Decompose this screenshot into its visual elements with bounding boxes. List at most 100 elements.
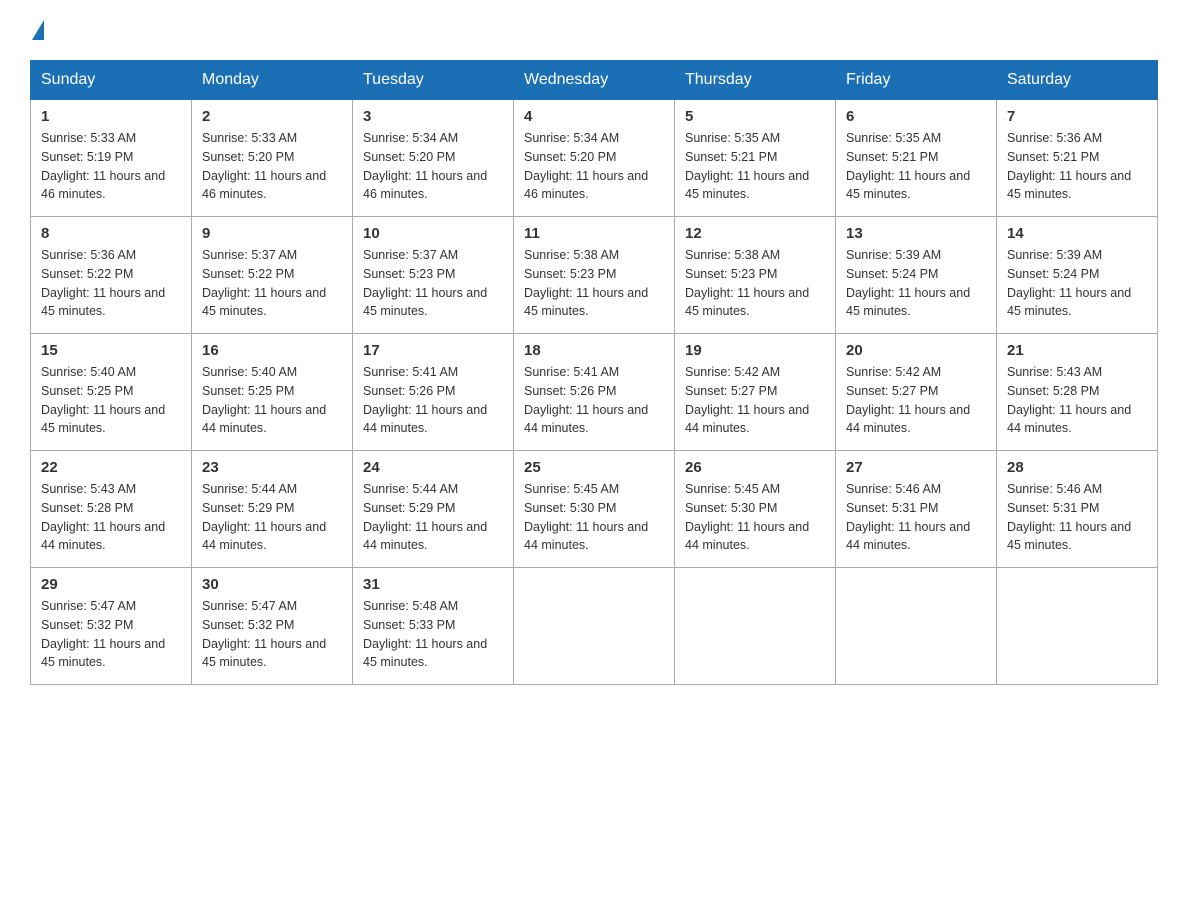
table-row: 12 Sunrise: 5:38 AMSunset: 5:23 PMDayligh… <box>675 217 836 334</box>
table-row: 1 Sunrise: 5:33 AMSunset: 5:19 PMDaylight… <box>31 100 192 217</box>
day-number: 9 <box>202 225 342 242</box>
day-number: 30 <box>202 576 342 593</box>
day-info: Sunrise: 5:41 AMSunset: 5:26 PMDaylight:… <box>524 363 664 438</box>
table-row: 8 Sunrise: 5:36 AMSunset: 5:22 PMDaylight… <box>31 217 192 334</box>
table-row: 17 Sunrise: 5:41 AMSunset: 5:26 PMDayligh… <box>353 334 514 451</box>
header-sunday: Sunday <box>31 61 192 100</box>
table-row: 28 Sunrise: 5:46 AMSunset: 5:31 PMDayligh… <box>997 451 1158 568</box>
day-info: Sunrise: 5:39 AMSunset: 5:24 PMDaylight:… <box>1007 246 1147 321</box>
table-row: 13 Sunrise: 5:39 AMSunset: 5:24 PMDayligh… <box>836 217 997 334</box>
table-row: 6Sunrise: 5:35 AMSunset: 5:21 PMDaylight… <box>836 100 997 217</box>
day-info: Sunrise: 5:36 AMSunset: 5:22 PMDaylight:… <box>41 246 181 321</box>
day-info: Sunrise: 5:34 AMSunset: 5:20 PMDaylight:… <box>363 129 503 204</box>
day-info: Sunrise: 5:33 AMSunset: 5:19 PMDaylight:… <box>41 129 181 204</box>
day-info: Sunrise: 5:46 AMSunset: 5:31 PMDaylight:… <box>1007 480 1147 555</box>
day-info: Sunrise: 5:39 AMSunset: 5:24 PMDaylight:… <box>846 246 986 321</box>
table-row: 11 Sunrise: 5:38 AMSunset: 5:23 PMDayligh… <box>514 217 675 334</box>
day-number: 3 <box>363 108 503 125</box>
day-info: Sunrise: 5:37 AMSunset: 5:22 PMDaylight:… <box>202 246 342 321</box>
table-row: 26Sunrise: 5:45 AMSunset: 5:30 PMDayligh… <box>675 451 836 568</box>
table-row: 5 Sunrise: 5:35 AMSunset: 5:21 PMDaylight… <box>675 100 836 217</box>
table-row: 3 Sunrise: 5:34 AMSunset: 5:20 PMDaylight… <box>353 100 514 217</box>
day-number: 22 <box>41 459 181 476</box>
day-number: 17 <box>363 342 503 359</box>
header-tuesday: Tuesday <box>353 61 514 100</box>
day-info: Sunrise: 5:48 AMSunset: 5:33 PMDaylight:… <box>363 597 503 672</box>
day-info: Sunrise: 5:45 AMSunset: 5:30 PMDaylight:… <box>524 480 664 555</box>
day-info: Sunrise: 5:41 AMSunset: 5:26 PMDaylight:… <box>363 363 503 438</box>
day-info: Sunrise: 5:35 AMSunset: 5:21 PMDaylight:… <box>846 129 986 204</box>
day-info: Sunrise: 5:40 AMSunset: 5:25 PMDaylight:… <box>41 363 181 438</box>
day-number: 13 <box>846 225 986 242</box>
weekday-header-row: Sunday Monday Tuesday Wednesday Thursday… <box>31 61 1158 100</box>
day-number: 25 <box>524 459 664 476</box>
calendar-week-row: 22 Sunrise: 5:43 AMSunset: 5:28 PMDayligh… <box>31 451 1158 568</box>
table-row: 16 Sunrise: 5:40 AMSunset: 5:25 PMDayligh… <box>192 334 353 451</box>
day-number: 11 <box>524 225 664 242</box>
table-row: 4 Sunrise: 5:34 AMSunset: 5:20 PMDaylight… <box>514 100 675 217</box>
day-info: Sunrise: 5:43 AMSunset: 5:28 PMDaylight:… <box>1007 363 1147 438</box>
table-row: 20Sunrise: 5:42 AMSunset: 5:27 PMDayligh… <box>836 334 997 451</box>
day-number: 1 <box>41 108 181 125</box>
table-row <box>514 568 675 685</box>
table-row: 18 Sunrise: 5:41 AMSunset: 5:26 PMDayligh… <box>514 334 675 451</box>
day-number: 29 <box>41 576 181 593</box>
day-number: 24 <box>363 459 503 476</box>
logo <box>30 20 44 40</box>
calendar-week-row: 29 Sunrise: 5:47 AMSunset: 5:32 PMDayligh… <box>31 568 1158 685</box>
table-row: 27 Sunrise: 5:46 AMSunset: 5:31 PMDayligh… <box>836 451 997 568</box>
day-number: 27 <box>846 459 986 476</box>
table-row <box>675 568 836 685</box>
day-info: Sunrise: 5:38 AMSunset: 5:23 PMDaylight:… <box>524 246 664 321</box>
calendar-week-row: 1 Sunrise: 5:33 AMSunset: 5:19 PMDaylight… <box>31 100 1158 217</box>
table-row: 22 Sunrise: 5:43 AMSunset: 5:28 PMDayligh… <box>31 451 192 568</box>
table-row: 7 Sunrise: 5:36 AMSunset: 5:21 PMDaylight… <box>997 100 1158 217</box>
day-info: Sunrise: 5:47 AMSunset: 5:32 PMDaylight:… <box>41 597 181 672</box>
header-saturday: Saturday <box>997 61 1158 100</box>
day-number: 21 <box>1007 342 1147 359</box>
header-thursday: Thursday <box>675 61 836 100</box>
day-info: Sunrise: 5:34 AMSunset: 5:20 PMDaylight:… <box>524 129 664 204</box>
table-row: 31 Sunrise: 5:48 AMSunset: 5:33 PMDayligh… <box>353 568 514 685</box>
day-info: Sunrise: 5:42 AMSunset: 5:27 PMDaylight:… <box>846 363 986 438</box>
day-number: 18 <box>524 342 664 359</box>
page-header <box>30 20 1158 40</box>
header-wednesday: Wednesday <box>514 61 675 100</box>
day-number: 8 <box>41 225 181 242</box>
day-number: 2 <box>202 108 342 125</box>
day-number: 14 <box>1007 225 1147 242</box>
day-info: Sunrise: 5:43 AMSunset: 5:28 PMDaylight:… <box>41 480 181 555</box>
day-number: 4 <box>524 108 664 125</box>
table-row: 10 Sunrise: 5:37 AMSunset: 5:23 PMDayligh… <box>353 217 514 334</box>
day-number: 7 <box>1007 108 1147 125</box>
day-info: Sunrise: 5:37 AMSunset: 5:23 PMDaylight:… <box>363 246 503 321</box>
table-row: 29 Sunrise: 5:47 AMSunset: 5:32 PMDayligh… <box>31 568 192 685</box>
calendar-week-row: 8 Sunrise: 5:36 AMSunset: 5:22 PMDaylight… <box>31 217 1158 334</box>
day-info: Sunrise: 5:35 AMSunset: 5:21 PMDaylight:… <box>685 129 825 204</box>
day-info: Sunrise: 5:42 AMSunset: 5:27 PMDaylight:… <box>685 363 825 438</box>
table-row: 15 Sunrise: 5:40 AMSunset: 5:25 PMDayligh… <box>31 334 192 451</box>
logo-triangle-icon <box>32 20 44 40</box>
day-number: 10 <box>363 225 503 242</box>
day-number: 16 <box>202 342 342 359</box>
day-info: Sunrise: 5:46 AMSunset: 5:31 PMDaylight:… <box>846 480 986 555</box>
day-info: Sunrise: 5:36 AMSunset: 5:21 PMDaylight:… <box>1007 129 1147 204</box>
table-row: 2Sunrise: 5:33 AMSunset: 5:20 PMDaylight… <box>192 100 353 217</box>
day-number: 5 <box>685 108 825 125</box>
day-info: Sunrise: 5:47 AMSunset: 5:32 PMDaylight:… <box>202 597 342 672</box>
table-row: 25 Sunrise: 5:45 AMSunset: 5:30 PMDayligh… <box>514 451 675 568</box>
table-row: 9 Sunrise: 5:37 AMSunset: 5:22 PMDaylight… <box>192 217 353 334</box>
day-number: 15 <box>41 342 181 359</box>
day-number: 26 <box>685 459 825 476</box>
day-number: 28 <box>1007 459 1147 476</box>
logo-text <box>30 20 44 40</box>
day-number: 23 <box>202 459 342 476</box>
day-info: Sunrise: 5:44 AMSunset: 5:29 PMDaylight:… <box>202 480 342 555</box>
day-number: 31 <box>363 576 503 593</box>
table-row: 30 Sunrise: 5:47 AMSunset: 5:32 PMDayligh… <box>192 568 353 685</box>
table-row <box>836 568 997 685</box>
day-number: 12 <box>685 225 825 242</box>
day-info: Sunrise: 5:38 AMSunset: 5:23 PMDaylight:… <box>685 246 825 321</box>
table-row: 24Sunrise: 5:44 AMSunset: 5:29 PMDayligh… <box>353 451 514 568</box>
day-info: Sunrise: 5:40 AMSunset: 5:25 PMDaylight:… <box>202 363 342 438</box>
